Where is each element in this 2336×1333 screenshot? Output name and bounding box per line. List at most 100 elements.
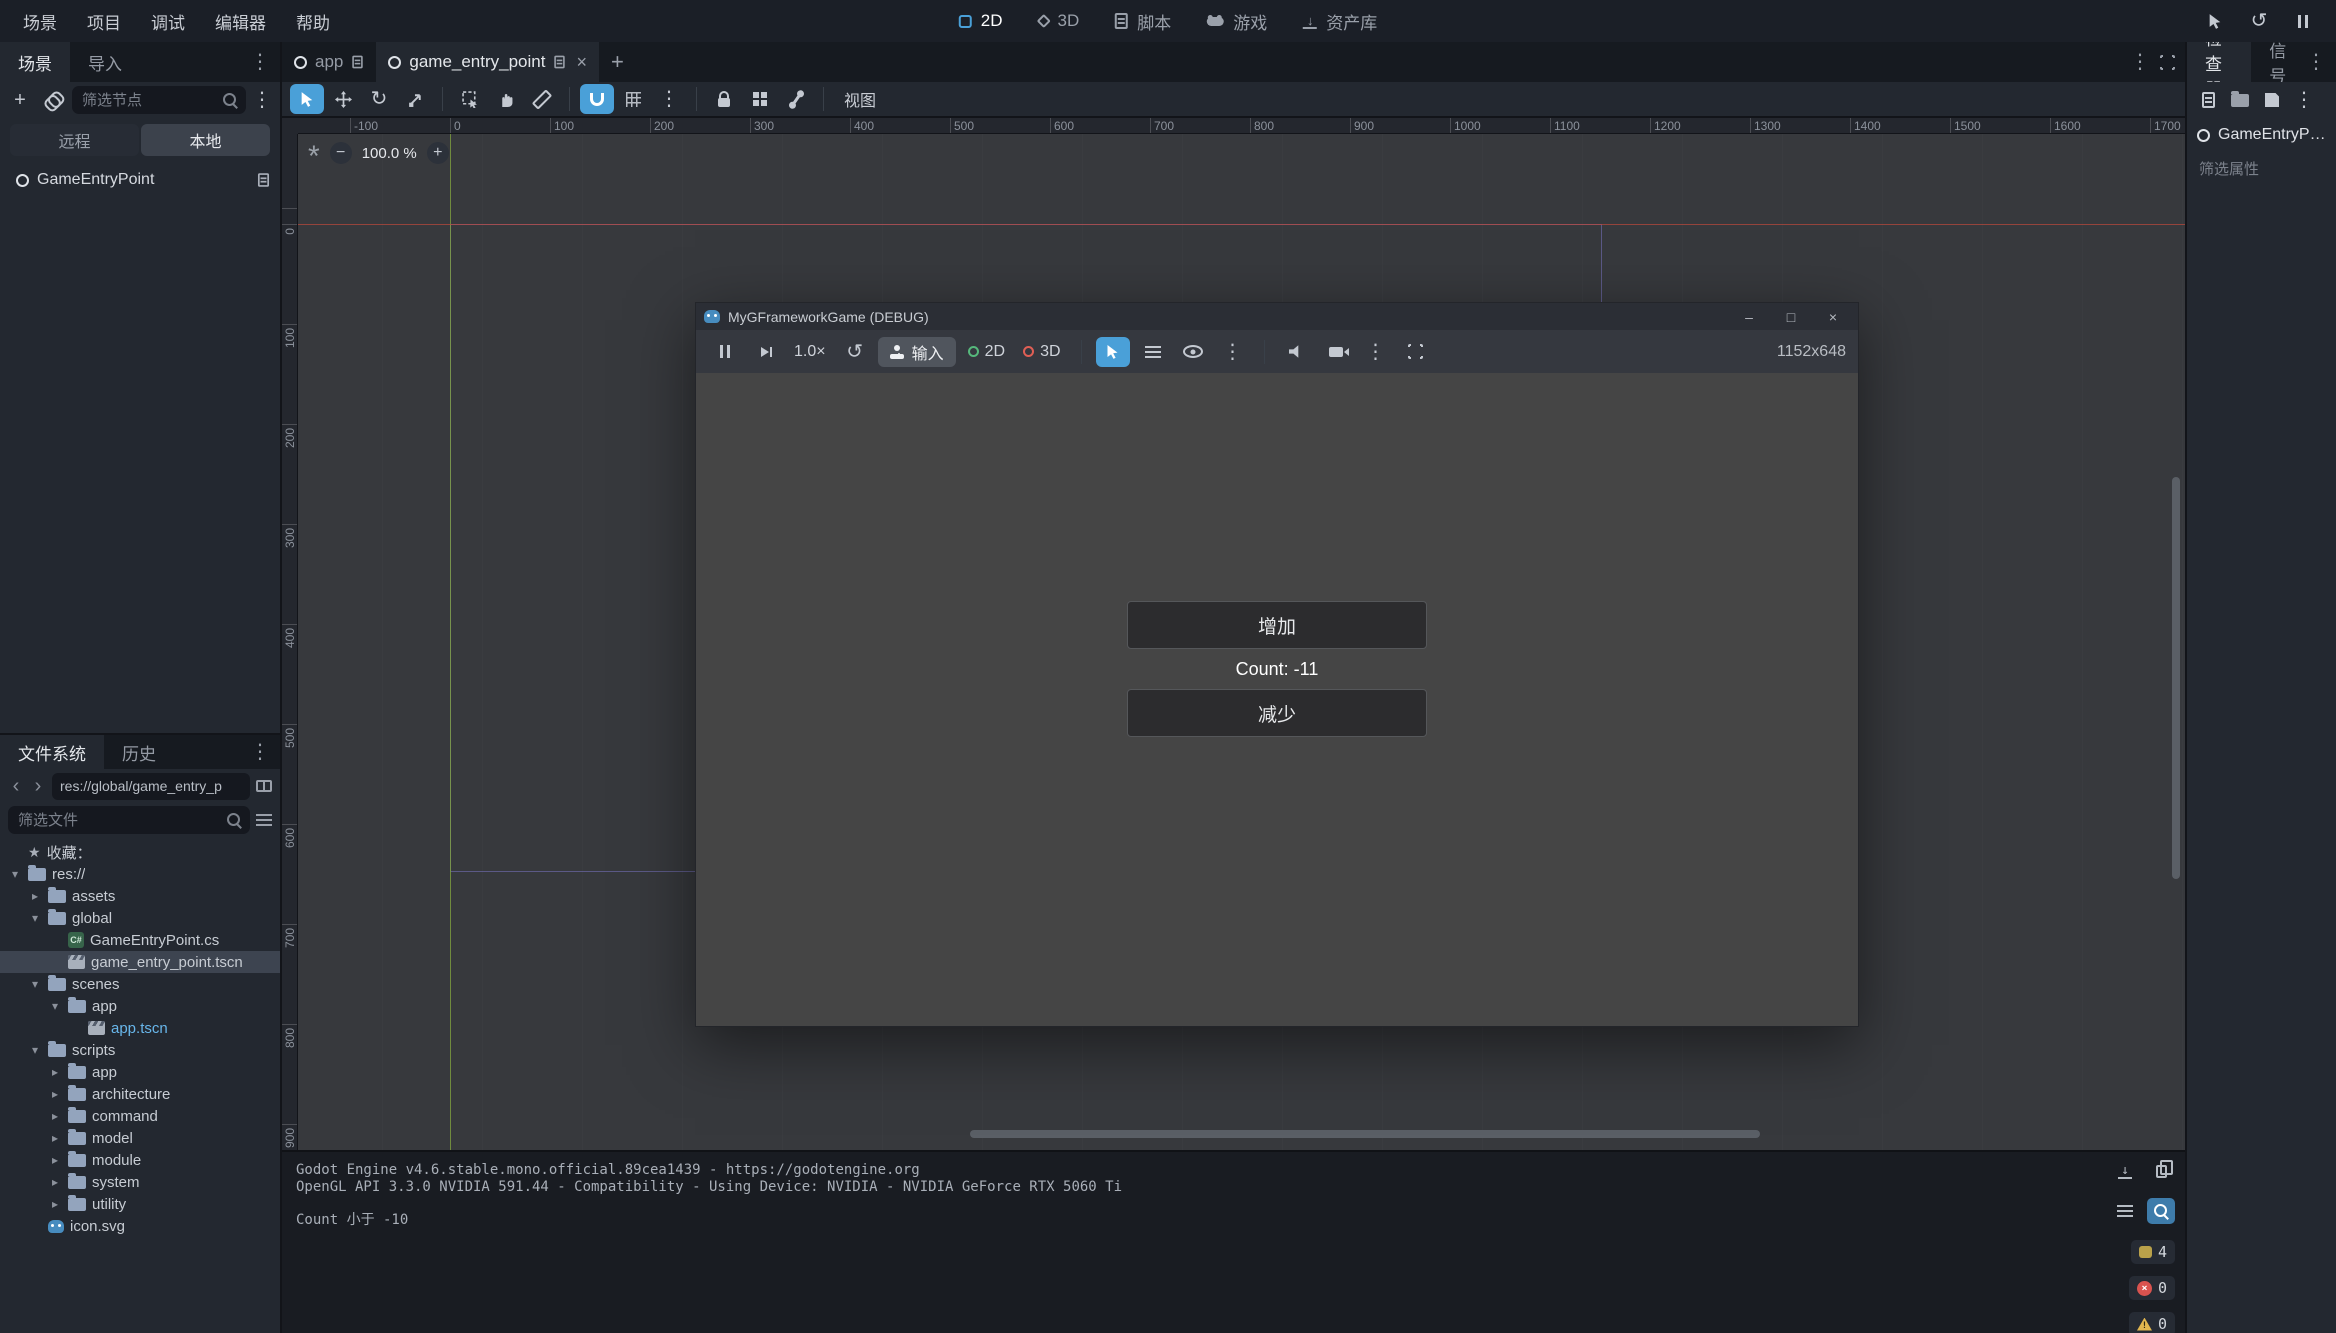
chevron-down-icon[interactable]: ▾ — [48, 999, 62, 1013]
new-resource-icon[interactable] — [2193, 85, 2223, 115]
zoom-out-button[interactable]: − — [330, 142, 352, 164]
left-dock-tab-1[interactable]: 导入 — [70, 42, 140, 82]
copy-output-icon[interactable] — [2147, 1158, 2175, 1184]
increase-button[interactable]: 增加 — [1127, 601, 1427, 649]
remote-button[interactable]: 远程 — [10, 124, 139, 156]
chevron-down-icon[interactable]: ▾ — [28, 977, 42, 991]
smart-snap-toggle[interactable] — [580, 84, 614, 114]
filesystem-tab-1[interactable]: 历史 — [104, 735, 174, 769]
inspector-menu-icon[interactable]: ⋮ — [2289, 85, 2319, 115]
camera-options-menu[interactable]: ⋮ — [1359, 337, 1393, 367]
distraction-free-icon[interactable] — [2160, 55, 2175, 70]
local-button[interactable]: 本地 — [141, 124, 270, 156]
minimize-button[interactable]: – — [1732, 309, 1766, 325]
horizontal-ruler[interactable]: -100010020030040050060070080090010001100… — [298, 118, 2185, 134]
move-tool[interactable] — [326, 84, 360, 114]
file-tree-item-16[interactable]: ▸utility — [0, 1193, 280, 1215]
ruler-tool[interactable] — [525, 84, 559, 114]
group-button[interactable] — [743, 84, 777, 114]
chevron-right-icon[interactable]: ▸ — [48, 1065, 62, 1079]
speed-label[interactable]: 1.0× — [788, 343, 832, 361]
menubar-item-4[interactable]: 帮助 — [281, 0, 345, 42]
scene-tab-0[interactable]: app — [282, 42, 376, 82]
file-tree-item-12[interactable]: ▸command — [0, 1105, 280, 1127]
pan-tool[interactable] — [489, 84, 523, 114]
horizontal-scrollbar[interactable] — [970, 1130, 1760, 1138]
file-tree-item-6[interactable]: ▾scenes — [0, 973, 280, 995]
menubar-item-0[interactable]: 场景 — [8, 0, 72, 42]
file-tree-item-1[interactable]: ▾res:// — [0, 863, 280, 885]
scale-tool[interactable] — [398, 84, 432, 114]
file-tree-item-14[interactable]: ▸module — [0, 1149, 280, 1171]
file-tree-item-8[interactable]: app.tscn — [0, 1017, 280, 1039]
pause-game-icon[interactable] — [2286, 6, 2320, 36]
game-window-titlebar[interactable]: MyGFrameworkGame (DEBUG) – □ × — [696, 303, 1858, 330]
mode-3d-button[interactable]: 3D — [1017, 343, 1066, 361]
vertical-ruler[interactable]: 0100200300400500600700800900 — [282, 134, 298, 1150]
pointer-icon[interactable] — [2198, 6, 2232, 36]
workspace-script[interactable]: 脚本 — [1115, 9, 1171, 34]
reset-speed-icon[interactable]: ↺ — [838, 337, 872, 367]
menubar-item-3[interactable]: 编辑器 — [200, 0, 281, 42]
filesystem-tab-0[interactable]: 文件系统 — [0, 735, 104, 769]
select-tool[interactable] — [290, 84, 324, 114]
errors-filter-badge[interactable]: × 0 — [2129, 1276, 2175, 1300]
workspace-game[interactable]: 游戏 — [1207, 9, 1267, 34]
messages-filter-badge[interactable]: 4 — [2131, 1240, 2175, 1264]
file-tree-item-10[interactable]: ▸app — [0, 1061, 280, 1083]
file-tree-item-17[interactable]: icon.svg — [0, 1215, 280, 1237]
file-tree-item-13[interactable]: ▸model — [0, 1127, 280, 1149]
close-button[interactable]: × — [1816, 309, 1850, 325]
history-forward-icon[interactable]: › — [30, 775, 46, 798]
input-mode-button[interactable]: 输入 — [878, 337, 956, 367]
maximize-button[interactable]: □ — [1774, 309, 1808, 325]
instance-scene-button[interactable] — [38, 85, 68, 115]
zoom-in-button[interactable]: + — [427, 142, 449, 164]
chevron-right-icon[interactable]: ▸ — [48, 1109, 62, 1123]
zoom-level-label[interactable]: 100.0 % — [362, 145, 417, 162]
load-resource-icon[interactable] — [2225, 85, 2255, 115]
search-output-icon[interactable] — [2147, 1198, 2175, 1224]
chevron-right-icon[interactable]: ▸ — [48, 1197, 62, 1211]
rotate-tool[interactable]: ↻ — [362, 84, 396, 114]
view-menu[interactable]: 视图 — [834, 87, 886, 111]
right-dock-tab-1[interactable]: 信号 — [2251, 42, 2306, 82]
audio-toggle-icon[interactable] — [1279, 337, 1313, 367]
filesystem-menu-icon[interactable]: ⋮ — [250, 742, 270, 762]
workspace-2d[interactable]: 2D — [959, 11, 1003, 31]
scene-tab-1[interactable]: game_entry_point× — [376, 42, 599, 82]
filter-nodes-input[interactable] — [72, 86, 246, 114]
file-tree-item-7[interactable]: ▾app — [0, 995, 280, 1017]
chevron-right-icon[interactable]: ▸ — [48, 1131, 62, 1145]
save-resource-icon[interactable] — [2257, 85, 2287, 115]
file-tree-item-5[interactable]: game_entry_point.tscn — [0, 951, 280, 973]
menubar-item-1[interactable]: 项目 — [72, 0, 136, 42]
next-frame-icon[interactable] — [748, 337, 782, 367]
file-tree-item-11[interactable]: ▸architecture — [0, 1083, 280, 1105]
warnings-filter-badge[interactable]: ! 0 — [2129, 1312, 2175, 1333]
file-tree-item-15[interactable]: ▸system — [0, 1171, 280, 1193]
chevron-right-icon[interactable]: ▸ — [28, 889, 42, 903]
left-dock-tab-0[interactable]: 场景 — [0, 42, 70, 82]
game-select-mode-icon[interactable] — [1096, 337, 1130, 367]
fullscreen-icon[interactable] — [1399, 337, 1433, 367]
inspected-node-row[interactable]: GameEntryPoint — [2187, 118, 2336, 152]
visibility-icon[interactable] — [1176, 337, 1210, 367]
right-dock-tab-0[interactable]: 检查器 — [2187, 42, 2251, 82]
tab-menu-icon[interactable]: ⋮ — [2130, 52, 2150, 72]
selection-list-icon[interactable] — [1136, 337, 1170, 367]
sort-files-icon[interactable] — [256, 819, 272, 821]
filter-properties-input[interactable]: 筛选属性 — [2195, 154, 2328, 182]
lock-button[interactable] — [707, 84, 741, 114]
grid-snap-toggle[interactable] — [616, 84, 650, 114]
add-node-button[interactable]: + — [6, 85, 34, 115]
skeleton-options-button[interactable] — [779, 84, 813, 114]
game-window[interactable]: MyGFrameworkGame (DEBUG) – □ × 1.0× ↺ 输入 — [695, 302, 1859, 1027]
output-list-icon[interactable] — [2111, 1198, 2139, 1224]
decrease-button[interactable]: 减少 — [1127, 689, 1427, 737]
current-path-field[interactable]: res://global/game_entry_p — [52, 773, 250, 800]
scene-tree-menu-icon[interactable]: ⋮ — [250, 85, 274, 115]
select-options-menu[interactable]: ⋮ — [1216, 337, 1250, 367]
file-tree-item-2[interactable]: ▸assets — [0, 885, 280, 907]
save-output-icon[interactable] — [2111, 1158, 2139, 1184]
